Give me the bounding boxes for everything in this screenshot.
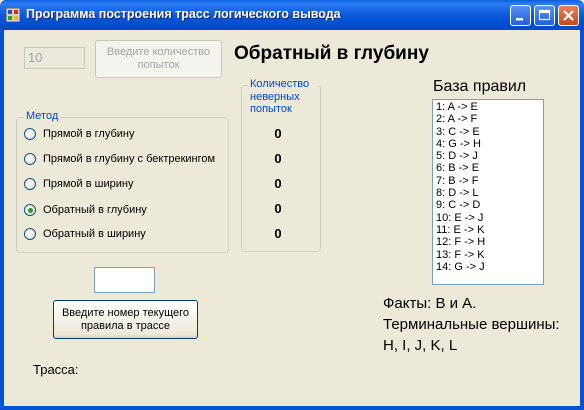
window-title: Программа построения трасс логического в… [26, 7, 341, 21]
radio-method-backward-breadth[interactable]: Обратный в ширину [24, 226, 146, 242]
window-frame-bottom [0, 406, 584, 410]
radio-button-selected[interactable] [24, 204, 36, 216]
list-item[interactable]: 9: C -> D [436, 199, 540, 211]
wrong-attempts-label: Количество неверных попыток [248, 78, 318, 116]
radio-button[interactable] [24, 153, 36, 165]
radio-label: Обратный в глубину [43, 204, 147, 216]
trace-label: Трасса: [33, 362, 79, 377]
maximize-button[interactable] [534, 5, 555, 26]
list-item[interactable]: 7: B -> F [436, 175, 540, 187]
wrong-attempts-count: 0 [274, 201, 282, 216]
minimize-button[interactable] [510, 5, 531, 26]
facts-line: Факты: B и A. [383, 295, 477, 312]
rule-number-input[interactable] [94, 267, 155, 293]
window-frame-left [0, 30, 4, 410]
set-attempts-button[interactable]: Введите количество попыток [95, 40, 222, 78]
rules-listbox[interactable]: 1: A -> E 2: A -> F 3: C -> E 4: G -> H … [432, 99, 544, 285]
list-item[interactable]: 4: G -> H [436, 138, 540, 150]
radio-label: Прямой в глубину [43, 128, 135, 140]
set-rule-number-button[interactable]: Введите номер текущего правила в трассе [53, 300, 198, 339]
radio-label: Прямой в глубину с бектрекингом [43, 153, 216, 165]
wrong-attempts-count: 0 [274, 126, 282, 141]
close-button[interactable] [558, 5, 579, 26]
list-item[interactable]: 12: F -> H [436, 236, 540, 248]
rules-base-label: База правил [433, 78, 527, 95]
title-bar[interactable]: Программа построения трасс логического в… [0, 0, 584, 30]
list-item[interactable]: 14: G -> J [436, 261, 540, 273]
close-icon [563, 10, 574, 21]
list-item[interactable]: 2: A -> F [436, 113, 540, 125]
list-item[interactable]: 8: D -> L [436, 187, 540, 199]
attempts-input[interactable]: 10 [24, 47, 85, 69]
list-item[interactable]: 5: D -> J [436, 150, 540, 162]
window-frame-right [580, 30, 584, 410]
wrong-attempts-count: 0 [274, 226, 282, 241]
terminal-nodes-label: Терминальные вершины: [383, 316, 560, 333]
current-method-title: Обратный в глубину [234, 43, 429, 64]
app-icon [6, 8, 20, 22]
radio-button[interactable] [24, 178, 36, 190]
method-group-label: Метод [24, 110, 61, 122]
list-item[interactable]: 1: A -> E [436, 101, 540, 113]
radio-method-backward-depth[interactable]: Обратный в глубину [24, 202, 147, 218]
radio-label: Обратный в ширину [43, 228, 146, 240]
app-window: Программа построения трасс логического в… [0, 0, 584, 410]
radio-button[interactable] [24, 228, 36, 240]
radio-method-forward-depth-backtracking[interactable]: Прямой в глубину с бектрекингом [24, 151, 215, 167]
radio-method-forward-depth[interactable]: Прямой в глубину [24, 126, 134, 142]
wrong-attempts-count: 0 [274, 176, 282, 191]
radio-button[interactable] [24, 128, 36, 140]
terminal-nodes-list: H, I, J, K, L [383, 337, 458, 354]
facts-text: Факты: B и A. Терминальные вершины: H, I… [383, 293, 560, 356]
wrong-attempts-count: 0 [274, 151, 282, 166]
list-item[interactable]: 13: F -> K [436, 249, 540, 261]
list-item[interactable]: 3: C -> E [436, 126, 540, 138]
radio-label: Прямой в ширину [43, 178, 134, 190]
radio-method-forward-breadth[interactable]: Прямой в ширину [24, 176, 133, 192]
list-item[interactable]: 10: E -> J [436, 212, 540, 224]
list-item[interactable]: 11: E -> K [436, 224, 540, 236]
list-item[interactable]: 6: B -> E [436, 162, 540, 174]
minimize-icon [516, 18, 523, 21]
maximize-icon [538, 9, 551, 21]
